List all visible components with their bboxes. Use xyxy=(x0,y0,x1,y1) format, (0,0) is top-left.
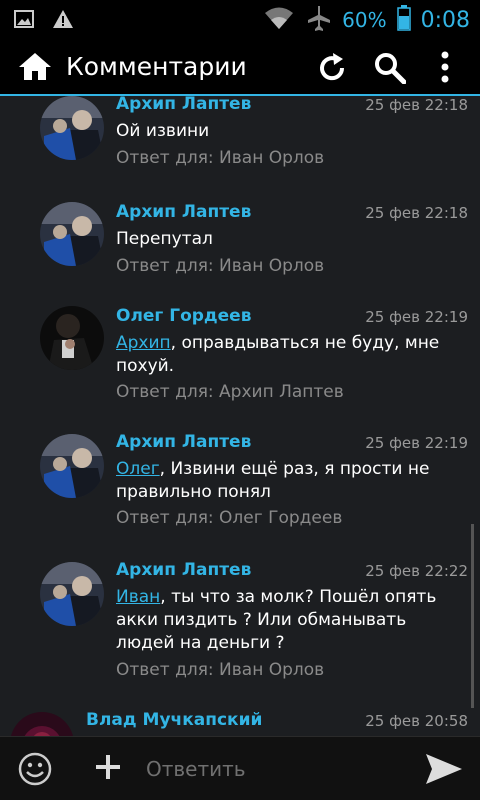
avatar[interactable] xyxy=(40,202,104,266)
reply-to-label[interactable]: Ответ для: Олег Гордеев xyxy=(116,508,342,528)
avatar[interactable] xyxy=(10,712,74,736)
wifi-icon xyxy=(264,5,294,35)
comment-text: Перепутал xyxy=(116,229,213,249)
comment-author[interactable]: Олег Гордеев xyxy=(116,306,251,326)
gallery-notification-icon xyxy=(14,10,34,32)
reply-to-label[interactable]: Ответ для: Иван Орлов xyxy=(116,148,324,168)
page-title: Комментарии xyxy=(66,52,247,81)
comment-text: Архип, оправдываться не буду, мне похуй. xyxy=(116,333,440,376)
comment-author[interactable]: Архип Лаптев xyxy=(116,96,251,114)
avatar[interactable] xyxy=(40,562,104,626)
mention-link[interactable]: Иван xyxy=(116,587,160,607)
battery-icon xyxy=(396,4,411,36)
status-bar: 60% 0:08 xyxy=(0,0,480,38)
comments-list[interactable]: Архип Лаптев 25 фев 22:18 Ой извини Отве… xyxy=(0,96,480,736)
reply-input[interactable] xyxy=(146,753,396,785)
clock: 0:08 xyxy=(420,7,470,33)
overflow-menu-icon[interactable] xyxy=(440,50,450,88)
comment-text: Ой извини xyxy=(116,121,210,141)
comment-item[interactable]: Олег Гордеев 25 фев 22:19 Архип, оправды… xyxy=(0,304,480,430)
refresh-icon[interactable] xyxy=(316,52,348,88)
warning-notification-icon xyxy=(52,9,74,33)
scrollbar[interactable] xyxy=(471,524,474,708)
home-icon[interactable] xyxy=(18,51,52,85)
comment-date: 25 фев 22:18 xyxy=(365,96,468,114)
action-bar: Комментарии xyxy=(0,38,480,96)
comment-text: Иван, ты что за молк? Пошёл опять акки п… xyxy=(116,587,437,653)
comment-date: 25 фев 22:18 xyxy=(365,204,468,222)
send-icon[interactable] xyxy=(424,752,464,790)
comment-item[interactable]: Архип Лаптев 25 фев 22:18 Перепутал Отве… xyxy=(0,200,480,304)
avatar[interactable] xyxy=(40,306,104,370)
comment-item[interactable]: Влад Мучкапский 25 фев 20:58 xyxy=(0,708,480,736)
airplane-mode-icon xyxy=(304,4,332,36)
avatar[interactable] xyxy=(40,96,104,160)
comment-date: 25 фев 22:19 xyxy=(365,308,468,326)
reply-to-label[interactable]: Ответ для: Иван Орлов xyxy=(116,256,324,276)
reply-bar xyxy=(0,736,480,800)
comment-item[interactable]: Архип Лаптев 25 фев 22:22 Иван, ты что з… xyxy=(0,558,480,708)
comment-text: Олег, Извини ещё раз, я прости не правил… xyxy=(116,459,430,502)
avatar[interactable] xyxy=(40,434,104,498)
battery-percent: 60% xyxy=(342,8,387,32)
emoji-icon[interactable] xyxy=(18,752,52,790)
mention-link[interactable]: Архип xyxy=(116,333,171,353)
plus-icon[interactable] xyxy=(94,753,122,785)
comment-author[interactable]: Архип Лаптев xyxy=(116,202,251,222)
reply-to-label[interactable]: Ответ для: Архип Лаптев xyxy=(116,382,344,402)
comment-date: 25 фев 22:22 xyxy=(365,562,468,580)
comment-item[interactable]: Архип Лаптев 25 фев 22:19 Олег, Извини е… xyxy=(0,430,480,558)
comment-author[interactable]: Архип Лаптев xyxy=(116,432,251,452)
comment-date: 25 фев 20:58 xyxy=(365,712,468,730)
reply-to-label[interactable]: Ответ для: Иван Орлов xyxy=(116,660,324,680)
comment-date: 25 фев 22:19 xyxy=(365,434,468,452)
search-icon[interactable] xyxy=(374,52,407,88)
comment-item[interactable]: Архип Лаптев 25 фев 22:18 Ой извини Отве… xyxy=(0,96,480,200)
mention-link[interactable]: Олег xyxy=(116,459,160,479)
comment-author[interactable]: Влад Мучкапский xyxy=(86,710,262,730)
comment-author[interactable]: Архип Лаптев xyxy=(116,560,251,580)
